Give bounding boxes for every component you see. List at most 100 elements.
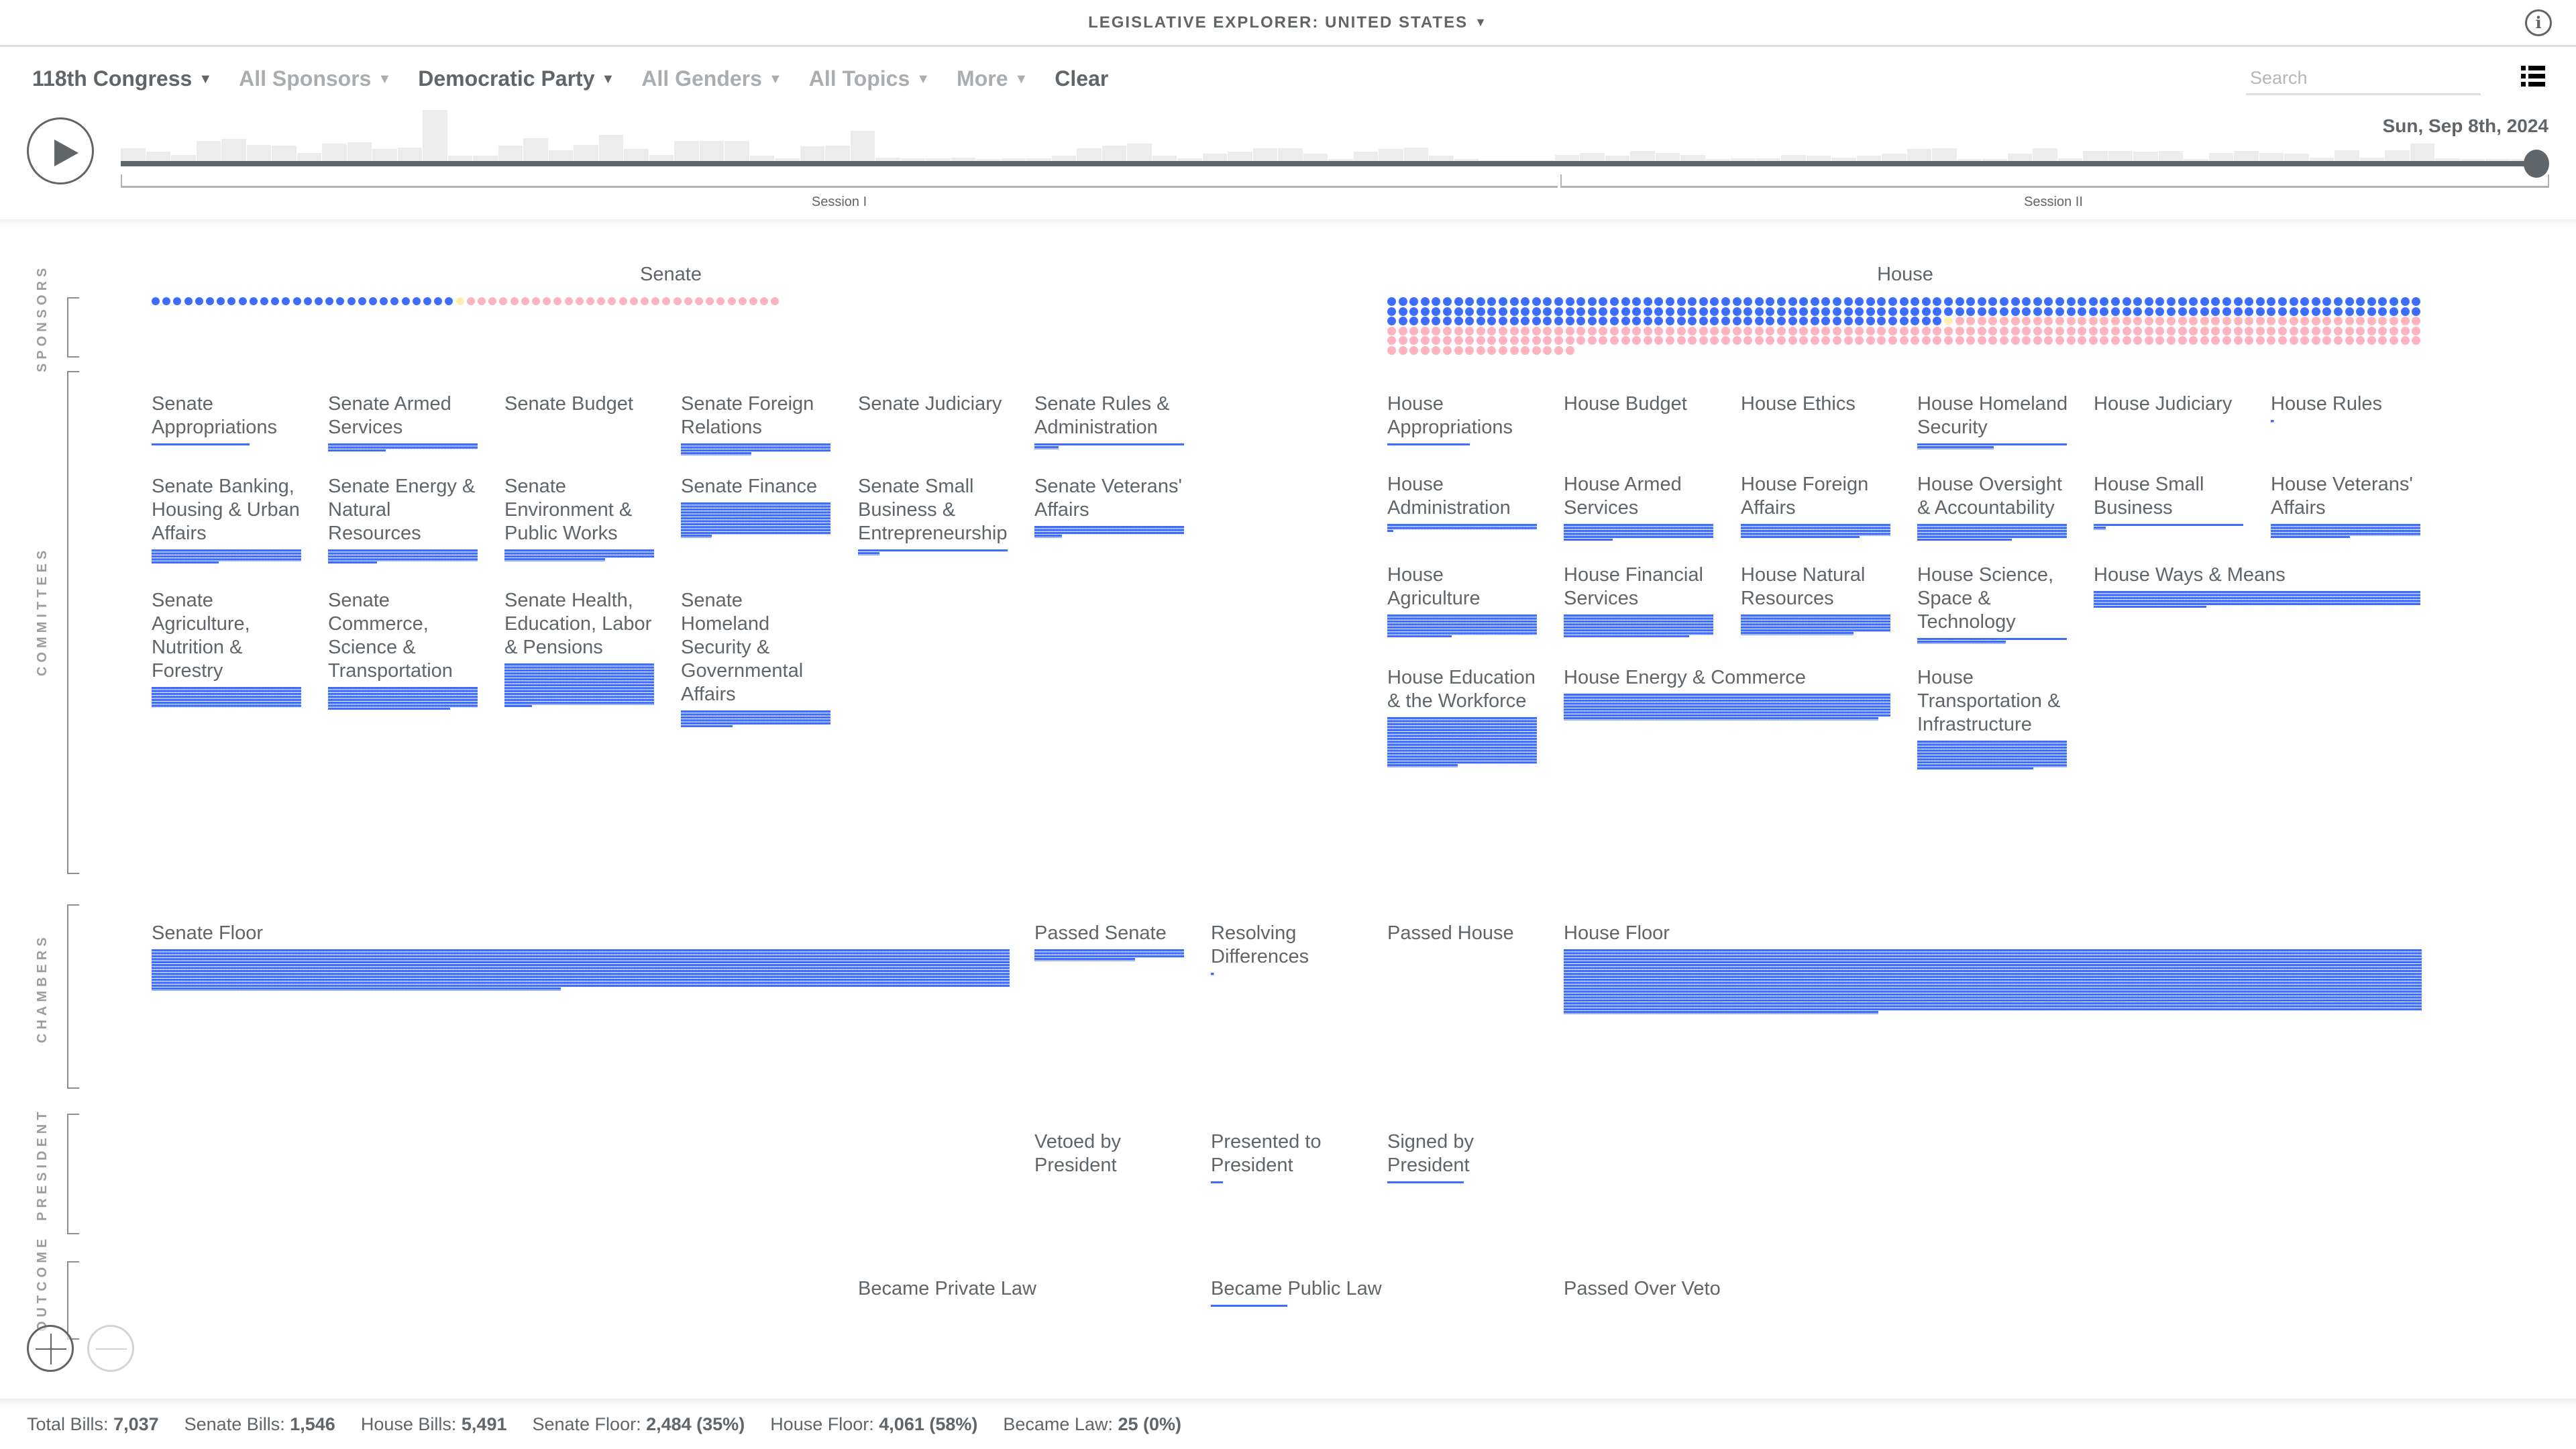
sponsor-dot[interactable] — [2111, 317, 2120, 325]
sponsor-dot[interactable] — [521, 297, 529, 305]
sponsor-dot[interactable] — [2211, 307, 2220, 316]
sponsor-dot[interactable] — [1710, 336, 1719, 345]
sponsor-dot[interactable] — [1955, 307, 1964, 316]
sponsor-dot[interactable] — [1911, 297, 1920, 306]
sponsor-dot[interactable] — [2122, 317, 2131, 325]
sponsor-dot[interactable] — [2378, 326, 2387, 335]
sponsor-dot[interactable] — [2289, 307, 2298, 316]
sponsor-dot[interactable] — [2200, 307, 2209, 316]
sponsor-dot[interactable] — [1966, 297, 1976, 306]
sponsor-dot[interactable] — [1499, 297, 1507, 306]
sponsor-dot[interactable] — [195, 297, 203, 305]
sponsor-dot[interactable] — [1465, 326, 1474, 335]
sponsor-dot[interactable] — [1499, 307, 1507, 316]
sponsor-dot[interactable] — [1921, 317, 1931, 325]
committee-node[interactable]: House Veterans' Affairs — [2271, 473, 2423, 539]
sponsor-dot[interactable] — [1732, 297, 1741, 306]
sponsor-dot[interactable] — [1565, 307, 1574, 316]
sponsor-dot[interactable] — [1666, 336, 1674, 345]
sponsor-dot[interactable] — [1409, 317, 1419, 325]
timeline-track[interactable] — [121, 161, 2536, 166]
sponsor-dot[interactable] — [184, 297, 193, 305]
sponsor-dot[interactable] — [1398, 317, 1407, 325]
sponsor-dot[interactable] — [1565, 345, 1574, 355]
committee-node[interactable]: Senate Commerce, Science & Transportatio… — [328, 589, 480, 711]
bill-marks[interactable] — [1741, 535, 1860, 539]
sponsor-dot[interactable] — [1810, 297, 1819, 306]
sponsor-dot[interactable] — [1565, 326, 1574, 335]
sponsor-dot[interactable] — [1409, 326, 1419, 335]
sponsor-dot[interactable] — [2345, 336, 2354, 345]
sponsor-dot[interactable] — [2211, 336, 2220, 345]
sponsor-dot[interactable] — [1587, 326, 1597, 335]
sponsor-dot[interactable] — [466, 297, 475, 305]
sponsor-dot[interactable] — [1599, 307, 1608, 316]
sponsor-dot[interactable] — [2345, 307, 2354, 316]
sponsor-dot[interactable] — [1420, 317, 1430, 325]
committee-node[interactable]: House Homeland Security — [1917, 392, 2070, 449]
sponsor-dot[interactable] — [1699, 307, 1708, 316]
bill-marks[interactable] — [1564, 635, 1689, 639]
bill-marks[interactable] — [328, 443, 478, 449]
sponsor-dot[interactable] — [1833, 307, 1841, 316]
sponsor-dot[interactable] — [2189, 317, 2198, 325]
committee-node[interactable]: Senate Armed Services — [328, 392, 480, 453]
sponsor-dot[interactable] — [162, 297, 171, 305]
sponsor-dot[interactable] — [1743, 317, 1753, 325]
sponsor-dot[interactable] — [380, 297, 388, 305]
sponsor-dot[interactable] — [1699, 326, 1708, 335]
sponsor-dot[interactable] — [1888, 317, 1897, 325]
sponsor-dot[interactable] — [1877, 336, 1886, 345]
sponsor-dot[interactable] — [2233, 297, 2243, 306]
sponsor-dot[interactable] — [1788, 326, 1797, 335]
sponsor-dot[interactable] — [1933, 317, 1942, 325]
committee-node[interactable]: Senate Health, Education, Labor & Pensio… — [504, 589, 657, 708]
sponsor-dot[interactable] — [1933, 297, 1942, 306]
sponsor-dot[interactable] — [2000, 336, 2008, 345]
sponsor-dot[interactable] — [347, 297, 356, 305]
sponsor-dot[interactable] — [1643, 326, 1652, 335]
sponsor-dot[interactable] — [1532, 317, 1541, 325]
bill-marks[interactable] — [328, 561, 377, 564]
sponsor-dot[interactable] — [271, 297, 280, 305]
bill-marks[interactable] — [1917, 641, 2006, 644]
sponsor-dot[interactable] — [2078, 307, 2087, 316]
sponsor-dot[interactable] — [2278, 336, 2287, 345]
sponsor-dot[interactable] — [1821, 317, 1831, 325]
sponsor-dot[interactable] — [2100, 326, 2109, 335]
sponsor-dot[interactable] — [2033, 336, 2042, 345]
sponsor-dot[interactable] — [2066, 326, 2076, 335]
sponsor-dot[interactable] — [1621, 307, 1630, 316]
sponsor-dot[interactable] — [455, 297, 464, 305]
sponsor-dot[interactable] — [2390, 297, 2398, 306]
sponsor-dot[interactable] — [1944, 326, 1953, 335]
sponsor-dot[interactable] — [1821, 336, 1831, 345]
sponsor-dot[interactable] — [2100, 336, 2109, 345]
sponsor-dot[interactable] — [1833, 317, 1841, 325]
sponsor-dot[interactable] — [1487, 345, 1497, 355]
bill-marks[interactable] — [681, 452, 751, 455]
sponsor-dot[interactable] — [2356, 307, 2365, 316]
bill-marks[interactable] — [1564, 614, 1713, 635]
sponsor-dot[interactable] — [2311, 317, 2320, 325]
sponsor-dot[interactable] — [2322, 317, 2332, 325]
sponsor-dot[interactable] — [2311, 326, 2320, 335]
sponsor-dot[interactable] — [1732, 317, 1741, 325]
sponsor-dot[interactable] — [1532, 326, 1541, 335]
sponsor-dot[interactable] — [1387, 297, 1396, 306]
sponsor-dot[interactable] — [292, 297, 301, 305]
sponsor-dot[interactable] — [412, 297, 421, 305]
sponsor-dot[interactable] — [2088, 317, 2098, 325]
bill-marks[interactable] — [1741, 524, 1890, 536]
sponsor-dot[interactable] — [206, 297, 214, 305]
committee-node[interactable]: Senate Appropriations — [152, 392, 304, 447]
sponsor-dot[interactable] — [1409, 345, 1419, 355]
sponsor-dot[interactable] — [2211, 297, 2220, 306]
sponsor-dot[interactable] — [1499, 326, 1507, 335]
sponsor-dot[interactable] — [1420, 336, 1430, 345]
sponsor-dot[interactable] — [2010, 317, 2020, 325]
sponsor-dot[interactable] — [1855, 336, 1864, 345]
sponsor-dot[interactable] — [1532, 307, 1541, 316]
sponsor-dot[interactable] — [2356, 297, 2365, 306]
sponsor-dot[interactable] — [2233, 326, 2243, 335]
